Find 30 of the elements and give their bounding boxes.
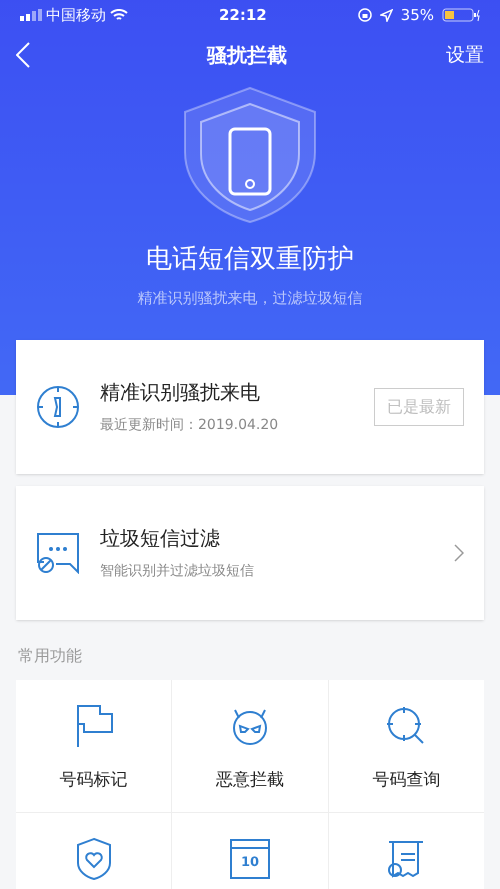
tile-label: 恶意拦截 bbox=[216, 768, 284, 792]
battery-percent-text: 35% bbox=[400, 4, 434, 26]
tile-label: 号码标记 bbox=[60, 768, 128, 792]
wifi-icon bbox=[110, 8, 128, 22]
chevron-right-icon bbox=[454, 544, 464, 562]
signal-icon bbox=[20, 9, 42, 21]
calendar-icon: 10 bbox=[230, 838, 270, 878]
phone-target-icon bbox=[36, 384, 80, 428]
card-title: 精准识别骚扰来电 bbox=[100, 379, 261, 406]
hero-title: 电话短信双重防护 bbox=[146, 243, 354, 276]
clock-text: 22:12 bbox=[218, 4, 267, 26]
feature-tile[interactable]: 号码查询 bbox=[328, 680, 484, 812]
hero-subtitle: 精准识别骚扰来电，过滤垃圾短信 bbox=[138, 288, 362, 309]
section-title: 常用功能 bbox=[17, 644, 83, 666]
battery-icon bbox=[442, 8, 480, 22]
rotation-lock-icon bbox=[358, 8, 372, 22]
card-subtitle: 最近更新时间：2019.04.20 bbox=[100, 416, 280, 435]
card-title: 垃圾短信过滤 bbox=[100, 525, 221, 552]
page-title: 骚扰拦截 bbox=[207, 42, 287, 69]
location-arrow-icon bbox=[380, 8, 393, 22]
feature-tile[interactable]: 10 bbox=[172, 812, 328, 889]
back-chevron-icon bbox=[16, 42, 30, 68]
tile-label: 号码查询 bbox=[372, 768, 440, 792]
carrier-text: 中国移动 bbox=[46, 4, 106, 26]
feature-card[interactable]: 垃圾短信过滤 智能识别并过滤垃圾短信 bbox=[16, 486, 484, 620]
feature-tile[interactable]: 号码标记 bbox=[16, 680, 172, 812]
settings-link[interactable]: 设置 bbox=[446, 40, 484, 70]
card-subtitle: 智能识别并过滤垃圾短信 bbox=[100, 562, 255, 581]
feature-tile[interactable]: 恶意拦截 bbox=[172, 680, 328, 812]
message-blocked-icon bbox=[36, 532, 80, 574]
